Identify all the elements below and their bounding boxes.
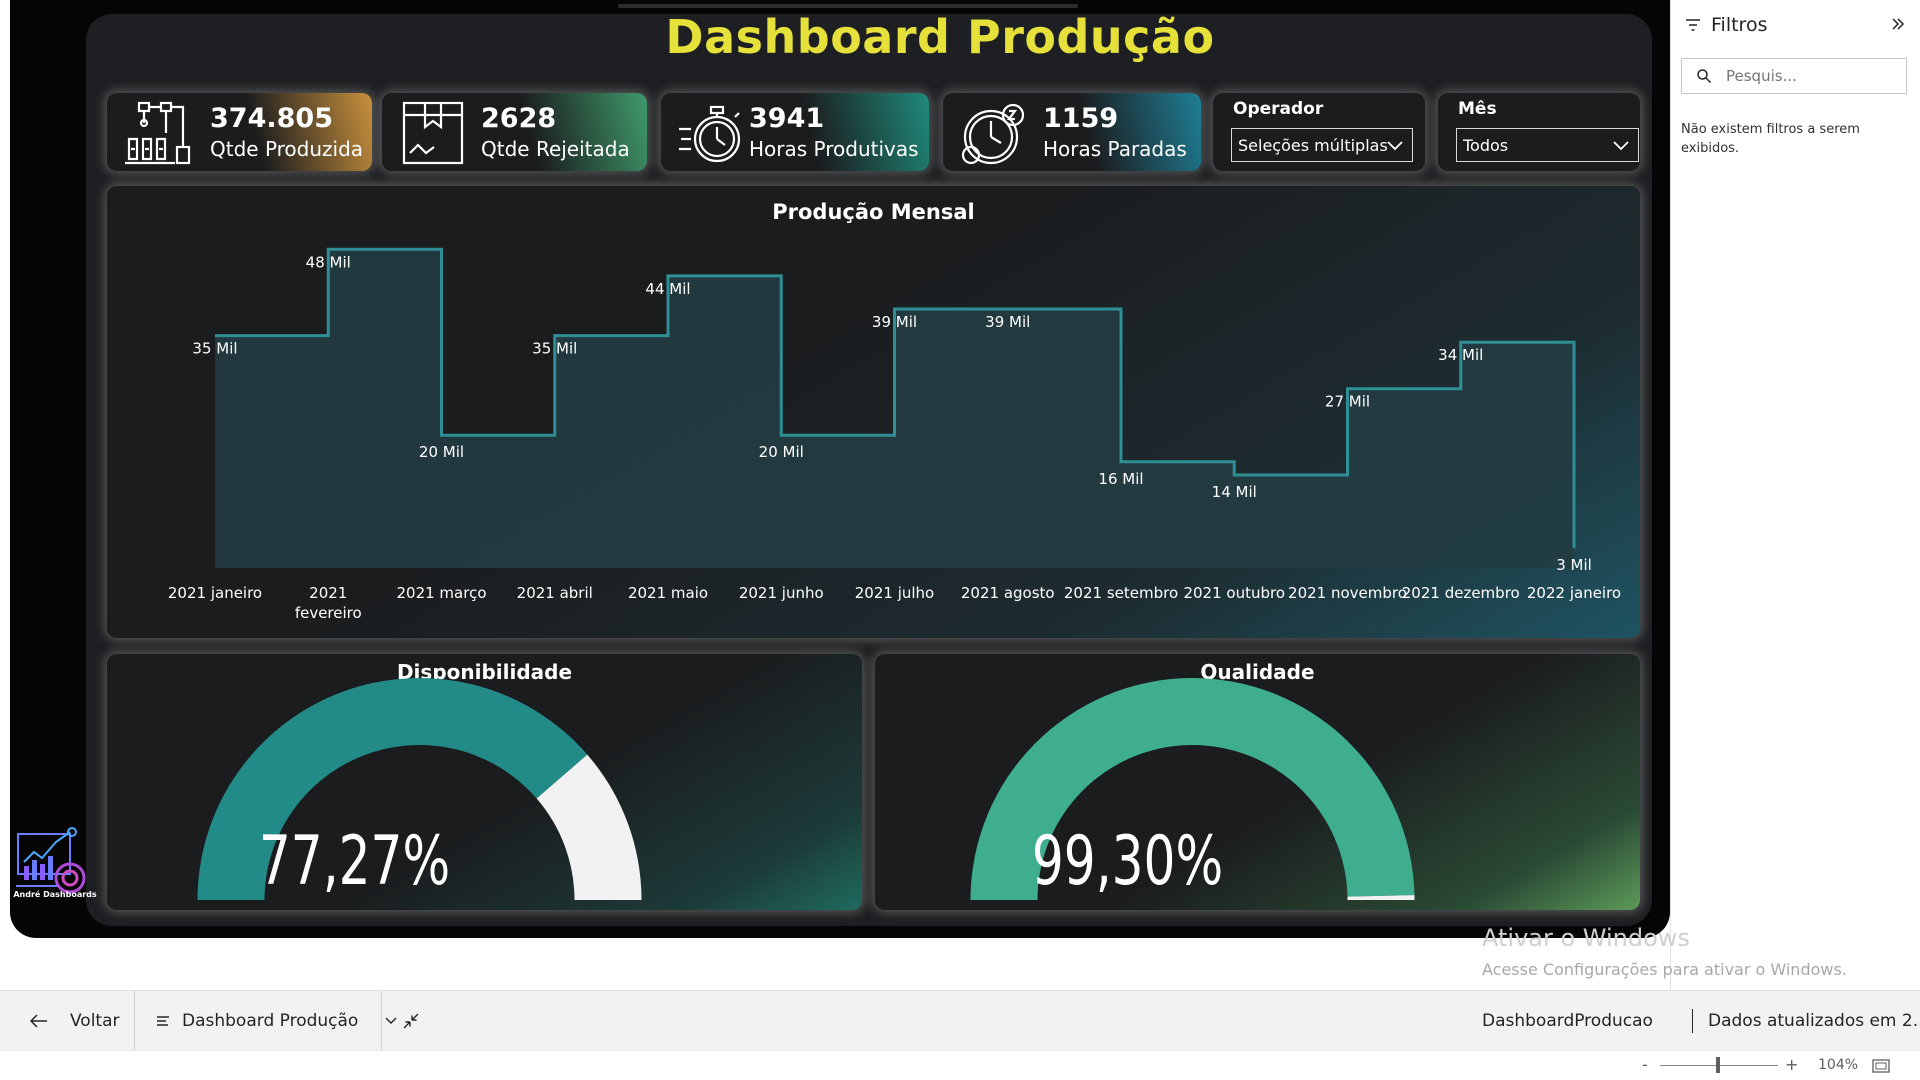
chart-plot: 35 Mil 48 Mil 20 Mil 35 Mil 44 Mil 20 Mil 39 M…: [168, 247, 1621, 622]
kpi-label: Qtde Rejeitada: [481, 137, 630, 161]
data-label: 27 Mil: [1325, 393, 1370, 411]
arrow-left-icon: [30, 1014, 47, 1028]
kpi-label: Horas Paradas: [1043, 137, 1187, 161]
slicer-operador: Operador Seleções múltiplas: [1213, 93, 1425, 171]
kpi-card-qtde-produzida[interactable]: 374.805 Qtde Produzida: [107, 93, 372, 171]
data-label: 39 Mil: [872, 313, 917, 331]
canvas-handle: [618, 4, 1078, 8]
kpi-card-horas-produtivas[interactable]: 3941 Horas Produtivas: [661, 93, 929, 171]
kpi-label: Horas Produtivas: [749, 137, 919, 161]
back-button[interactable]: Voltar: [30, 991, 120, 1051]
filters-pane: Filtros Não existem filtros a serem exib…: [1670, 0, 1920, 990]
robot-arm-factory-icon: [125, 101, 191, 165]
slicer-mes: Mês Todos: [1438, 93, 1640, 171]
clock-sleep-icon: [961, 103, 1025, 165]
gauge-value: 99,30%: [1031, 822, 1224, 901]
data-label: 20 Mil: [759, 443, 804, 461]
x-tick-label: 2021 outubro: [1183, 584, 1285, 602]
data-updated-status: Dados atualizados em 2...: [1708, 1011, 1920, 1031]
x-tick-label: 2021 fevereiro: [295, 584, 362, 622]
focus-mode-button[interactable]: [402, 991, 420, 1051]
x-tick-label: 2022 janeiro: [1527, 584, 1621, 602]
filters-empty-message: Não existem filtros a serem exibidos.: [1681, 122, 1860, 156]
gauge-value: 77,27%: [258, 822, 451, 901]
x-tick-label: 2021 março: [396, 584, 486, 602]
fit-to-page-icon[interactable]: [1872, 1059, 1890, 1073]
slicer-title: Operador: [1233, 99, 1324, 119]
zoom-slider-thumb[interactable]: [1716, 1057, 1720, 1073]
zoom-in-button[interactable]: +: [1785, 1055, 1798, 1074]
data-label: 3 Mil: [1556, 556, 1592, 574]
search-icon: [1697, 69, 1712, 84]
kpi-label: Qtde Produzida: [210, 137, 364, 161]
x-tick-label: 2021 setembro: [1064, 584, 1178, 602]
data-label: 16 Mil: [1098, 470, 1143, 488]
chevron-down-icon: [385, 1017, 397, 1024]
producao-mensal-chart[interactable]: Produção Mensal 35 Mil 48 Mil 20 Mil 35 Mil…: [107, 186, 1640, 638]
gauge-disponibilidade[interactable]: Disponibilidade 77,27%: [107, 654, 862, 910]
x-tick-label: 2021 junho: [739, 584, 824, 602]
activation-watermark-subtitle: Acesse Configurações para ativar o Windo…: [1482, 960, 1847, 979]
collapse-pane-icon[interactable]: [1888, 14, 1908, 34]
data-label: 20 Mil: [419, 443, 464, 461]
x-tick-label: 2021 agosto: [961, 584, 1055, 602]
kpi-value: 3941: [749, 103, 825, 134]
data-label: 35 Mil: [532, 340, 577, 358]
slicer-value: Seleções múltiplas: [1238, 135, 1388, 155]
chevron-down-icon: [1613, 141, 1629, 151]
data-label: 35 Mil: [192, 340, 237, 358]
zoom-level: 104%: [1818, 1057, 1859, 1073]
x-tick-label: 2021 janeiro: [168, 584, 262, 602]
kpi-card-horas-paradas[interactable]: 1159 Horas Paradas: [943, 93, 1201, 171]
kpi-value: 1159: [1043, 103, 1119, 134]
divider: [381, 991, 382, 1051]
bottom-navigation-bar: Voltar Dashboard Produção DashboardProdu…: [0, 990, 1920, 1051]
data-label: 48 Mil: [306, 253, 351, 271]
kpi-value: 374.805: [210, 103, 333, 134]
data-label: 44 Mil: [645, 280, 690, 298]
report-name: DashboardProducao: [1482, 1011, 1653, 1031]
slicer-value: Todos: [1463, 135, 1509, 155]
stopwatch-icon: [679, 105, 741, 163]
back-label: Voltar: [70, 1011, 120, 1031]
data-label: 39 Mil: [985, 313, 1030, 331]
divider: [134, 991, 135, 1051]
mes-dropdown[interactable]: Todos: [1456, 128, 1639, 162]
filters-title: Filtros: [1711, 14, 1768, 36]
divider: [1692, 1009, 1693, 1033]
kpi-card-qtde-rejeitada[interactable]: 2628 Qtde Rejeitada: [382, 93, 647, 171]
zoom-out-button[interactable]: -: [1642, 1055, 1648, 1074]
slicer-title: Mês: [1458, 99, 1497, 119]
page-label: Dashboard Produção: [182, 1011, 359, 1031]
kpi-value: 2628: [481, 103, 557, 134]
collapse-arrows-icon: [403, 1013, 419, 1029]
filters-search-input[interactable]: [1726, 67, 1886, 85]
filters-header: Filtros: [1685, 14, 1767, 36]
status-bar: - + 104%: [0, 1050, 1920, 1080]
page-navigator[interactable]: Dashboard Produção: [156, 991, 398, 1051]
operador-dropdown[interactable]: Seleções múltiplas: [1231, 128, 1413, 162]
page-title: Dashboard Produção: [665, 10, 1215, 64]
x-tick-label: 2021 novembro: [1288, 584, 1407, 602]
x-tick-label: 2021 maio: [628, 584, 708, 602]
activation-watermark-title: Ativar o Windows: [1482, 924, 1690, 952]
rejected-box-icon: [402, 101, 464, 165]
logo-label: André Dashboards: [13, 890, 97, 899]
x-tick-label: 2021 julho: [855, 584, 934, 602]
x-tick-label: 2021 abril: [517, 584, 593, 602]
page-list-icon: [157, 1016, 169, 1026]
chevron-down-icon: [1387, 141, 1403, 151]
x-tick-label: 2021 dezembro: [1402, 584, 1520, 602]
data-label: 34 Mil: [1438, 346, 1483, 364]
gauge-qualidade[interactable]: Qualidade 99,30%: [875, 654, 1640, 910]
filters-search-box[interactable]: [1681, 58, 1907, 94]
data-label: 14 Mil: [1212, 483, 1257, 501]
filter-icon: [1686, 19, 1700, 31]
